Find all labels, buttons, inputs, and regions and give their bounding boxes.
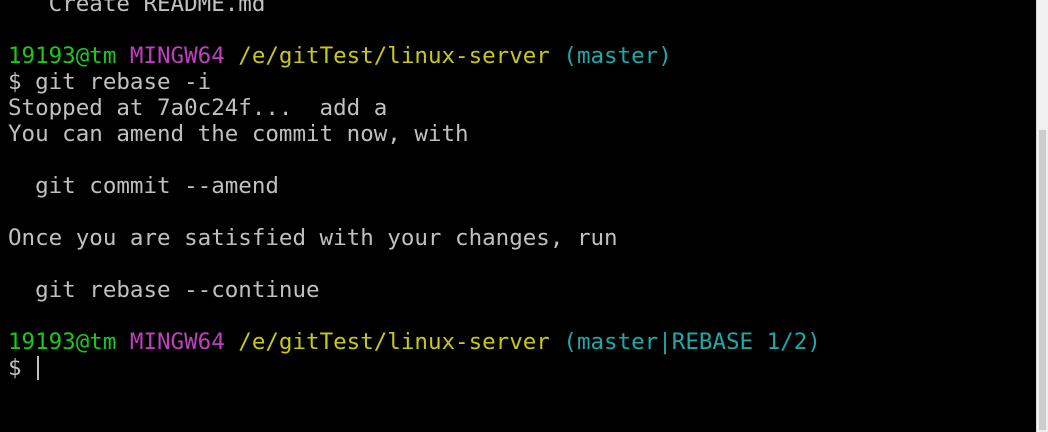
prompt-system: MINGW64	[129, 329, 225, 355]
prompt-user: 19193@tm	[8, 43, 117, 69]
prompt-line-2: 19193@tm MINGW64 /e/gitTest/linux-server…	[8, 329, 821, 355]
input-prompt: $	[8, 355, 36, 381]
terminal-window[interactable]: Create README.md 19193@tm MINGW64 /e/git…	[0, 0, 1036, 432]
command-line: $ git rebase -i	[8, 69, 212, 95]
prompt-user: 19193@tm	[8, 329, 117, 355]
output-line-amend-hint: You can amend the commit now, with	[8, 121, 469, 147]
prompt-system: MINGW64	[129, 43, 225, 69]
prompt-branch: (master|REBASE 1/2)	[563, 329, 821, 355]
text-cursor	[37, 356, 40, 380]
output-line-continue-hint: Once you are satisfied with your changes…	[8, 225, 618, 251]
input-line[interactable]: $	[8, 355, 40, 381]
prompt-path: /e/gitTest/linux-server	[238, 43, 550, 69]
prompt-branch: (master)	[563, 43, 672, 69]
output-line-continue-cmd: git rebase --continue	[8, 277, 320, 303]
scrollbar-thumb[interactable]	[1039, 130, 1046, 430]
prompt-path: /e/gitTest/linux-server	[238, 329, 550, 355]
vertical-scrollbar[interactable]	[1036, 0, 1048, 432]
prompt-line-1: 19193@tm MINGW64 /e/gitTest/linux-server…	[8, 43, 672, 69]
output-line-amend-cmd: git commit --amend	[8, 173, 279, 199]
output-line-stopped: Stopped at 7a0c24f... add a	[8, 95, 388, 121]
output-line-readme: Create README.md	[8, 0, 266, 17]
